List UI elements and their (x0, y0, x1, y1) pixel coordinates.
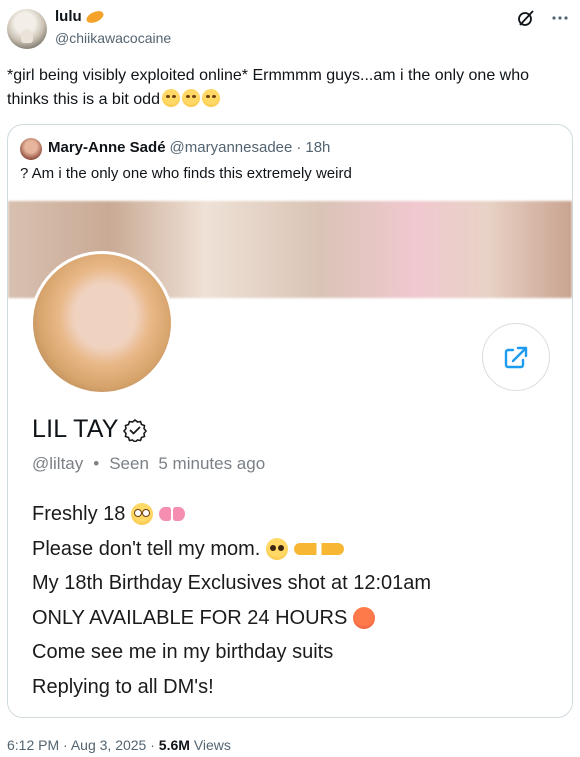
quoted-text: ? Am i the only one who finds this extre… (20, 165, 352, 182)
profile-handle: @liltay (32, 454, 84, 473)
author-name-row: lulu (55, 8, 105, 25)
bio-line: Please don't tell my mom. (32, 532, 431, 567)
views-count: 5.6M (158, 737, 190, 753)
flushed-emoji-icon (131, 503, 154, 526)
bio-line-text: Replying to all DM's! (32, 675, 214, 698)
quoted-author-avatar[interactable] (20, 138, 42, 160)
meta-separator: · (150, 737, 155, 753)
profile-bio: Freshly 18 Please don't tell my mom. My … (32, 497, 431, 704)
views-label: Views (193, 737, 231, 753)
quoted-author-name[interactable]: Mary-Anne Sadé (48, 139, 166, 156)
pill-emoji-icon (84, 8, 105, 25)
bio-line-text: ONLY AVAILABLE FOR 24 HOURS (32, 606, 348, 629)
quoted-media-screenshot[interactable]: LIL TAY @liltay • Seen 5 minutes ago Fre… (8, 201, 572, 717)
tweet-actions-top (516, 8, 570, 28)
grinning-sweat-emoji-icon (181, 89, 200, 107)
quoted-tweet[interactable]: Mary-Anne Sadé @maryannesadee · 18h ? Am… (7, 124, 573, 718)
tweet-date[interactable]: Aug 3, 2025 (71, 737, 147, 753)
bio-line: Come see me in my birthday suits (32, 635, 431, 670)
profile-dot: • (93, 454, 100, 473)
quoted-header: Mary-Anne Sadé @maryannesadee · 18h (48, 139, 330, 156)
quoted-time[interactable]: 18h (305, 139, 330, 156)
share-icon (504, 346, 528, 369)
pleading-emoji-icon (266, 537, 289, 560)
author-name[interactable]: lulu (55, 8, 82, 25)
meta-separator: · (63, 737, 68, 753)
profile-seen: Seen 5 minutes ago (109, 454, 266, 473)
tweet-meta: 6:12 PM · Aug 3, 2025 · 5.6M Views (7, 737, 231, 753)
author-handle[interactable]: @chiikawacocaine (55, 30, 171, 46)
profile-name-text: LIL TAY (32, 415, 119, 443)
quoted-author-handle[interactable]: @maryannesadee (170, 139, 293, 156)
tweet-text: *girl being visibly exploited online* Er… (7, 64, 573, 112)
bio-line-text: Please don't tell my mom. (32, 537, 261, 560)
bio-line: Replying to all DM's! (32, 670, 431, 705)
profile-display-name: LIL TAY (32, 415, 147, 444)
grinning-sweat-emoji-icon (161, 89, 180, 107)
verified-badge-icon (122, 418, 147, 442)
profile-photo (30, 251, 174, 395)
share-button (482, 323, 550, 391)
grok-icon[interactable] (516, 8, 536, 28)
profile-subline: @liltay • Seen 5 minutes ago (32, 454, 265, 474)
tweet-body: *girl being visibly exploited online* Er… (7, 67, 530, 108)
bio-line: Freshly 18 (32, 497, 431, 532)
hot-face-emoji-icon (353, 606, 376, 629)
tweet-time[interactable]: 6:12 PM (7, 737, 59, 753)
ribbon-emoji-icon (159, 505, 186, 523)
quoted-separator: · (296, 139, 302, 156)
bio-line: My 18th Birthday Exclusives shot at 12:0… (32, 566, 431, 601)
bio-line-text: Come see me in my birthday suits (32, 641, 334, 663)
pointing-fingers-emoji-icon (294, 542, 345, 555)
bio-line: ONLY AVAILABLE FOR 24 HOURS (32, 601, 431, 636)
flushed-emoji-icon (201, 89, 220, 107)
bio-line-text: Freshly 18 (32, 503, 126, 525)
more-options-icon[interactable] (550, 8, 570, 28)
bio-line-text: My 18th Birthday Exclusives shot at 12:0… (32, 572, 432, 594)
author-avatar[interactable] (7, 9, 47, 49)
